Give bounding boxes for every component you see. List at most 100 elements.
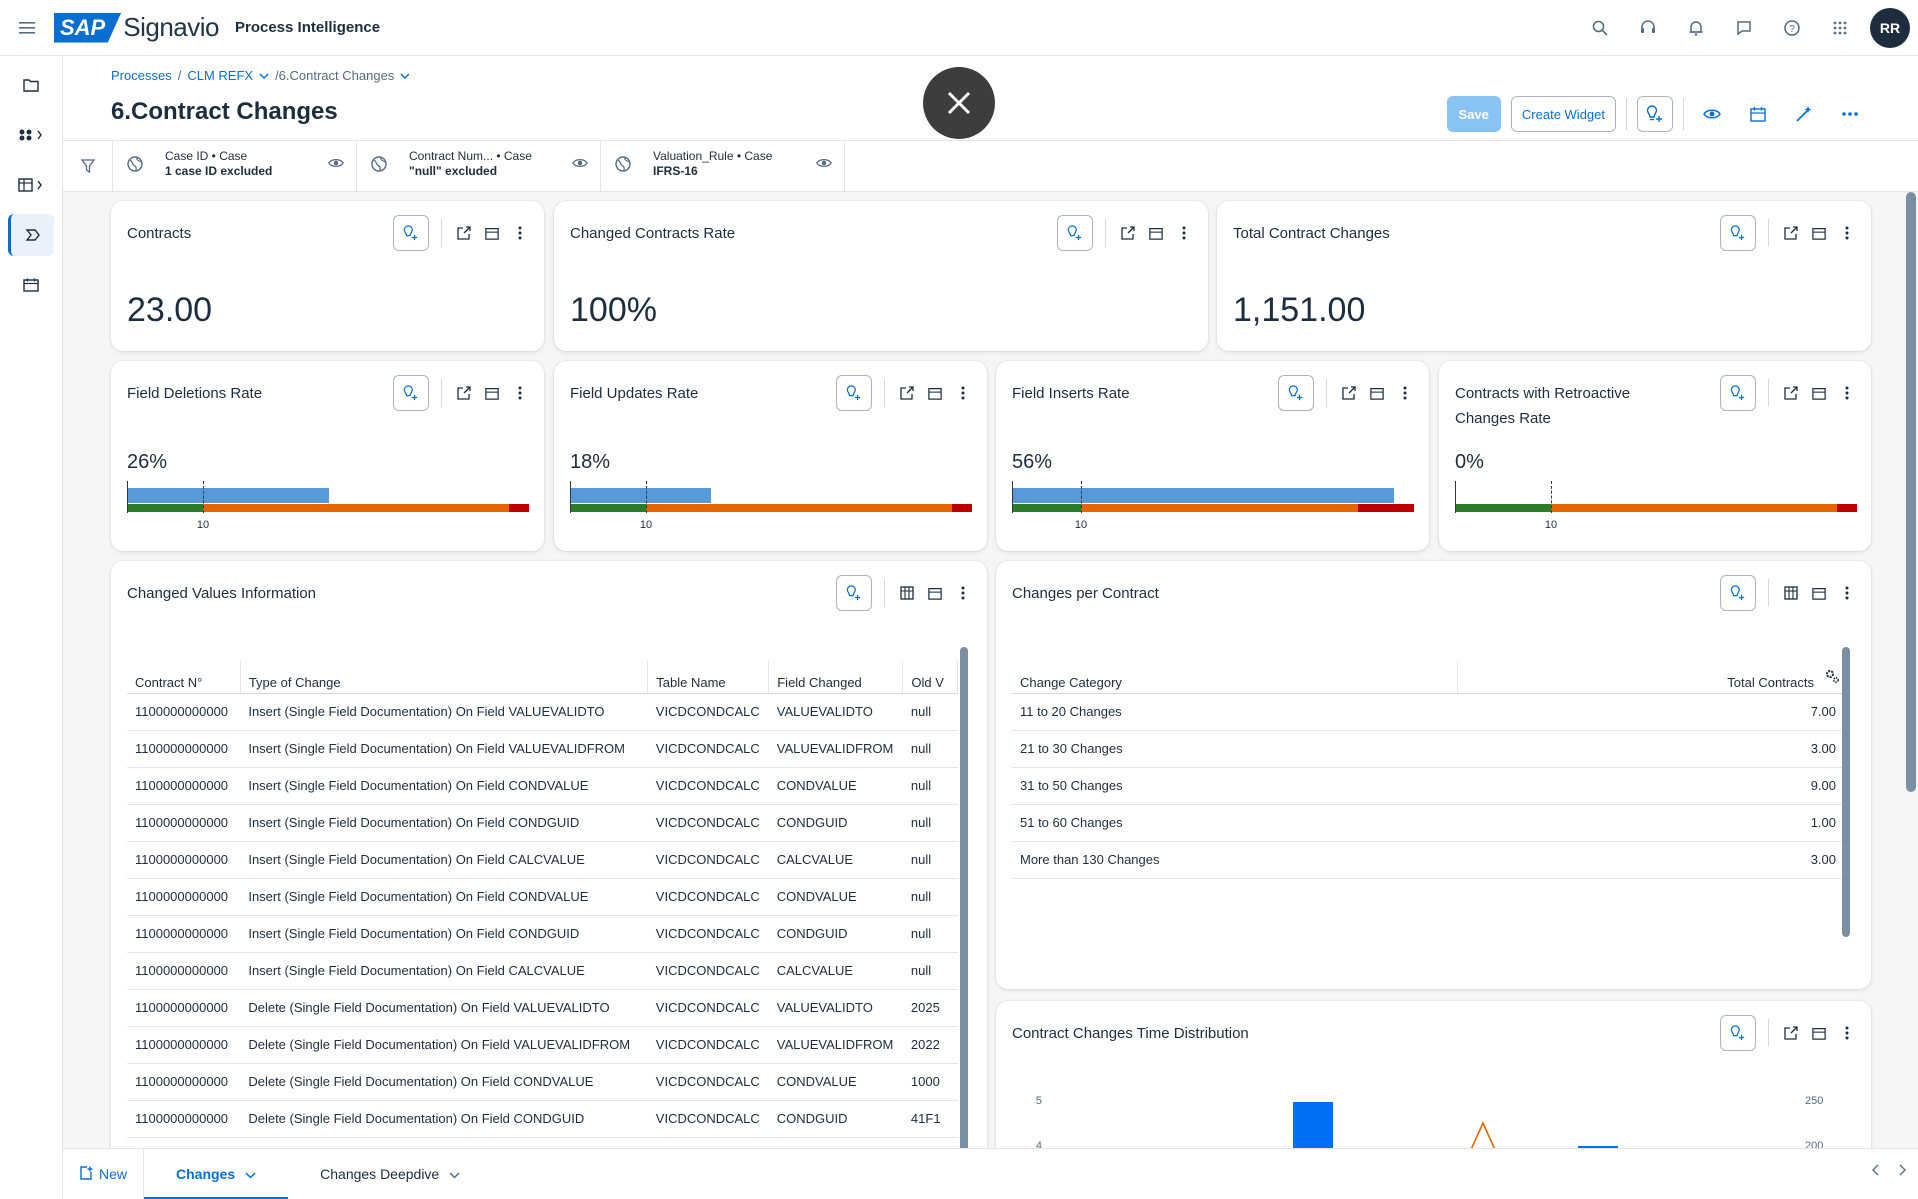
more-options-icon[interactable]: [1172, 221, 1196, 245]
column-header[interactable]: Type of Change: [240, 661, 649, 694]
column-header[interactable]: Field Changed: [768, 661, 904, 694]
export-icon[interactable]: [1337, 381, 1361, 405]
eye-icon[interactable]: [572, 156, 588, 172]
close-icon[interactable]: [923, 67, 995, 139]
table-row[interactable]: 1100000000000 Insert (Single Field Docume…: [127, 878, 958, 916]
calendar-icon[interactable]: [1740, 96, 1776, 132]
folder-icon[interactable]: [8, 64, 54, 106]
chevron-left-icon[interactable]: [1872, 1163, 1880, 1179]
table-row[interactable]: 1100000000000Delete (Single Field Docume…: [127, 1100, 958, 1138]
ai-insight-icon[interactable]: [393, 375, 429, 411]
filter-icon[interactable]: [63, 141, 113, 191]
data-tables-icon[interactable]: [8, 164, 54, 206]
table-row[interactable]: 1100000000000 Insert (Single Field Docume…: [127, 841, 958, 879]
ai-insight-icon[interactable]: [836, 375, 872, 411]
ai-insight-icon[interactable]: [1057, 215, 1093, 251]
ai-insight-icon[interactable]: [393, 215, 429, 251]
more-options-icon[interactable]: [1393, 381, 1417, 405]
column-header-total-contracts[interactable]: Total Contracts: [1457, 661, 1844, 694]
table-row[interactable]: 1100000000000Delete (Single Field Docume…: [127, 1026, 958, 1064]
investigations-icon[interactable]: [8, 214, 54, 256]
ai-insight-icon[interactable]: [1720, 375, 1756, 411]
create-widget-button[interactable]: Create Widget: [1510, 96, 1616, 132]
export-icon[interactable]: [1116, 221, 1140, 245]
calendar-icon[interactable]: [1807, 381, 1831, 405]
calendar-icon[interactable]: [923, 381, 947, 405]
support-headset-icon[interactable]: [1624, 4, 1672, 52]
more-options-icon[interactable]: [1835, 221, 1859, 245]
magic-wand-icon[interactable]: [1786, 96, 1822, 132]
chevron-down-icon[interactable]: [245, 1166, 256, 1182]
filter-chip-valuation-rule[interactable]: Valuation_Rule • Case IFRS-16: [601, 141, 845, 191]
breadcrumb-process[interactable]: CLM REFX: [187, 68, 253, 83]
column-header-change-category[interactable]: Change Category: [1012, 661, 1458, 694]
save-button[interactable]: Save: [1446, 96, 1501, 132]
table-row[interactable]: 1100000000000 Insert (Single Field Docume…: [127, 915, 958, 953]
feedback-icon[interactable]: [1720, 4, 1768, 52]
calendar-icon[interactable]: [1807, 221, 1831, 245]
chevron-down-icon[interactable]: [259, 68, 269, 83]
table-row[interactable]: 1100000000000 Insert (Single Field Docume…: [127, 767, 958, 805]
chevron-down-icon[interactable]: [449, 1166, 460, 1182]
export-icon[interactable]: [452, 381, 476, 405]
table-row[interactable]: 1100000000000 Insert (Single Field Docume…: [127, 693, 958, 731]
table-row[interactable]: 1100000000000Delete (Single Field Docume…: [127, 989, 958, 1027]
more-options-icon[interactable]: [508, 381, 532, 405]
more-options-icon[interactable]: [508, 221, 532, 245]
table-row[interactable]: More than 130 Changes 3.00: [1012, 841, 1844, 879]
sap-signavio-logo[interactable]: SAP Signavio: [54, 12, 219, 43]
table-scrollbar[interactable]: [960, 647, 968, 1161]
table-icon[interactable]: [1779, 581, 1803, 605]
column-header[interactable]: Old V: [902, 661, 958, 694]
export-icon[interactable]: [452, 221, 476, 245]
ai-insight-icon[interactable]: [1637, 96, 1673, 132]
table-row[interactable]: 11 to 20 Changes 7.00: [1012, 693, 1844, 731]
filter-chip-contract-number[interactable]: Contract Num... • Case "null" excluded: [357, 141, 601, 191]
export-icon[interactable]: [1779, 381, 1803, 405]
more-options-icon[interactable]: [1835, 581, 1859, 605]
tab-changes[interactable]: Changes: [144, 1149, 289, 1199]
column-header[interactable]: Table Name: [647, 661, 770, 694]
eye-icon[interactable]: [1694, 96, 1730, 132]
calendar-icon[interactable]: [1807, 581, 1831, 605]
process-tools-icon[interactable]: [8, 114, 54, 156]
eye-icon[interactable]: [816, 156, 832, 172]
page-scrollbar[interactable]: [1906, 192, 1916, 792]
calendar-icon[interactable]: [1365, 381, 1389, 405]
menu-icon[interactable]: [0, 0, 54, 56]
avatar[interactable]: RR: [1870, 8, 1910, 48]
table-row[interactable]: 1100000000000 Insert (Single Field Docume…: [127, 952, 958, 990]
table-scrollbar[interactable]: [1842, 647, 1850, 937]
ai-insight-icon[interactable]: [1720, 575, 1756, 611]
app-grid-icon[interactable]: [1816, 4, 1864, 52]
search-icon[interactable]: [1576, 4, 1624, 52]
export-icon[interactable]: [1779, 221, 1803, 245]
tab-changes-deepdive[interactable]: Changes Deepdive: [288, 1149, 492, 1199]
chevron-right-icon[interactable]: [1898, 1163, 1906, 1179]
more-options-icon[interactable]: [1832, 96, 1868, 132]
table-row[interactable]: 1100000000000 Insert (Single Field Docume…: [127, 804, 958, 842]
export-icon[interactable]: [895, 381, 919, 405]
ai-insight-icon[interactable]: [1278, 375, 1314, 411]
column-header[interactable]: Contract N°: [127, 661, 241, 694]
calendar-icon[interactable]: [480, 221, 504, 245]
eye-icon[interactable]: [328, 156, 344, 172]
table-row[interactable]: 1100000000000 Insert (Single Field Docume…: [127, 730, 958, 768]
new-tab-button[interactable]: New: [63, 1148, 145, 1199]
ai-insight-icon[interactable]: [1720, 215, 1756, 251]
table-row[interactable]: 31 to 50 Changes 9.00: [1012, 767, 1844, 805]
table-row[interactable]: 21 to 30 Changes 3.00: [1012, 730, 1844, 768]
settings-gears-icon[interactable]: [1824, 668, 1840, 687]
table-row[interactable]: 1100000000000Delete (Single Field Docume…: [127, 1063, 958, 1101]
table-row[interactable]: 51 to 60 Changes 1.00: [1012, 804, 1844, 842]
filter-chip-case-id[interactable]: Case ID • Case 1 case ID excluded: [113, 141, 357, 191]
more-options-icon[interactable]: [1835, 381, 1859, 405]
more-options-icon[interactable]: [951, 381, 975, 405]
bell-icon[interactable]: [1672, 4, 1720, 52]
calendar-icon[interactable]: [8, 264, 54, 306]
help-icon[interactable]: ?: [1768, 4, 1816, 52]
calendar-icon[interactable]: [1144, 221, 1168, 245]
breadcrumb-processes[interactable]: Processes: [111, 68, 172, 83]
calendar-icon[interactable]: [480, 381, 504, 405]
chevron-down-icon[interactable]: [400, 68, 410, 83]
